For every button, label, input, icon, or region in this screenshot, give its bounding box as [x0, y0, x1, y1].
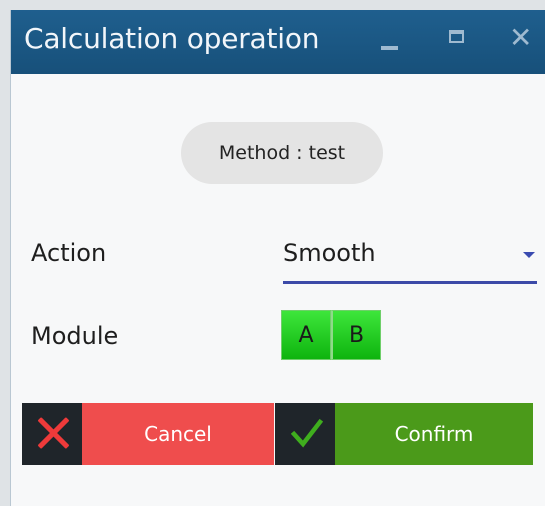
cancel-icon-box: [22, 403, 82, 465]
method-badge: Method : test: [181, 122, 383, 184]
checkmark-icon: [291, 418, 323, 448]
close-button[interactable]: ✕: [507, 21, 537, 54]
action-select[interactable]: Smooth: [283, 232, 537, 284]
method-label: Method : test: [218, 142, 346, 164]
close-icon: ✕: [509, 21, 533, 54]
minimize-icon: [381, 46, 398, 50]
select-underline: [283, 281, 537, 284]
module-toggle-group: A B: [281, 310, 383, 360]
module-b-button[interactable]: B: [331, 310, 381, 360]
dropdown-arrow-icon: [523, 252, 535, 258]
cancel-label: Cancel: [82, 403, 274, 465]
title-bar[interactable]: Calculation operation ✕: [11, 10, 545, 74]
confirm-icon-box: [275, 403, 335, 465]
x-mark-icon: [36, 416, 70, 450]
action-label: Action: [31, 239, 107, 267]
module-a-button[interactable]: A: [281, 310, 331, 360]
confirm-label: Confirm: [335, 403, 533, 465]
minimize-button[interactable]: [375, 24, 405, 54]
maximize-button[interactable]: [443, 24, 473, 54]
cancel-button[interactable]: Cancel: [22, 403, 274, 465]
module-label: Module: [31, 322, 119, 350]
window-title: Calculation operation: [24, 22, 320, 55]
action-select-value: Smooth: [283, 239, 376, 267]
maximize-icon: [449, 30, 464, 43]
confirm-button[interactable]: Confirm: [275, 403, 533, 465]
calculation-operation-window: Calculation operation ✕ Method : test Ac…: [10, 10, 545, 506]
